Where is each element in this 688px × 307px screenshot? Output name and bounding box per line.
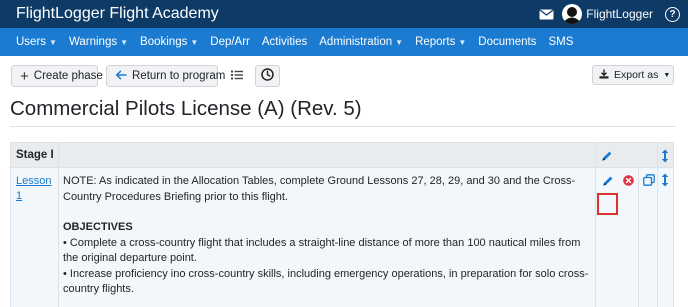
nav-activities[interactable]: Activities [256, 36, 313, 48]
main-nav: Users ▼ Warnings ▼ Bookings ▼ Dep/Arr Activ… [0, 28, 688, 56]
nav-administration[interactable]: Administration ▼ [313, 36, 409, 48]
nav-label: Activities [261, 36, 308, 48]
create-phase-button[interactable]: + Create phase [11, 65, 103, 87]
nav-label: Administration [319, 36, 393, 48]
lesson-link-text: Lesson [16, 175, 52, 187]
column-divider [638, 168, 639, 307]
export-as-label: Export as [614, 69, 659, 81]
nav-warnings[interactable]: Warnings ▼ [63, 36, 134, 48]
column-divider [657, 143, 658, 307]
divider [10, 126, 676, 127]
objective-item: • Complete a cross-country flight that i… [63, 236, 581, 265]
top-bar: FlightLogger Flight Academy FlightLogger… [0, 0, 688, 28]
user-name[interactable]: FlightLogger [586, 7, 653, 21]
nav-label: Users [16, 36, 47, 48]
chevron-down-icon: ▼ [395, 37, 404, 47]
mail-icon[interactable] [539, 8, 554, 20]
nav-label: SMS [548, 36, 574, 48]
nav-label: Dep/Arr [210, 36, 250, 48]
nav-reports[interactable]: Reports ▼ [409, 36, 472, 48]
download-icon [599, 69, 609, 82]
plus-icon: + [20, 67, 29, 85]
export-as-button[interactable]: Export as ▼ [592, 65, 674, 85]
nav-sms[interactable]: SMS [542, 36, 579, 48]
chevron-down-icon: ▼ [458, 37, 467, 47]
nav-label: Warnings [68, 36, 118, 48]
app-title[interactable]: FlightLogger Flight Academy [16, 4, 219, 24]
chevron-down-icon: ▼ [120, 37, 129, 47]
objectives-heading: OBJECTIVES [63, 221, 133, 233]
reorder-icon[interactable] [659, 147, 671, 164]
clock-icon [261, 68, 274, 84]
nav-label: Reports [415, 36, 456, 48]
column-divider [595, 143, 596, 307]
return-to-program-label: Return to program [132, 70, 226, 82]
list-icon [231, 70, 243, 83]
nav-documents[interactable]: Documents [472, 36, 542, 48]
history-button[interactable] [255, 65, 280, 87]
page-title: Commercial Pilots License (A) (Rev. 5) [10, 97, 362, 120]
pencil-icon[interactable] [599, 148, 615, 164]
help-icon[interactable]: ? [665, 6, 680, 22]
caret-down-icon: ▼ [663, 71, 671, 79]
reorder-icon[interactable] [659, 171, 671, 188]
lesson-note: NOTE: As indicated in the Allocation Tab… [63, 175, 576, 203]
phase-table: Stage I Lesson 1 NOTE: As indicated in t… [10, 142, 674, 307]
table-row: Lesson 1 NOTE: As indicated in the Alloc… [11, 168, 673, 307]
arrow-left-icon [115, 70, 127, 83]
chevron-down-icon: ▼ [49, 37, 57, 47]
column-divider [58, 143, 59, 307]
lesson-content: NOTE: As indicated in the Allocation Tab… [63, 174, 591, 298]
delete-icon[interactable] [621, 173, 635, 187]
table-header-row: Stage I [11, 143, 673, 168]
top-right-area: FlightLogger ? [539, 3, 680, 25]
edit-pencil-icon[interactable] [599, 172, 616, 189]
lesson-1-link[interactable]: Lesson 1 [16, 174, 56, 204]
objective-item: • Increase proficiency ino cross-country… [63, 267, 589, 296]
lesson-link-number: 1 [16, 190, 23, 202]
nav-label: Documents [478, 36, 537, 48]
nav-dep-arr[interactable]: Dep/Arr [204, 36, 256, 48]
return-to-program-button[interactable]: Return to program [106, 65, 225, 87]
create-phase-label: Create phase [33, 70, 103, 82]
edit-highlight [597, 193, 618, 215]
copy-icon[interactable] [641, 172, 656, 187]
list-view-button[interactable] [226, 65, 248, 87]
chevron-down-icon: ▼ [190, 37, 199, 47]
nav-users[interactable]: Users ▼ [10, 36, 63, 48]
nav-bookings[interactable]: Bookings ▼ [134, 36, 204, 48]
stage-header: Stage I [16, 149, 54, 161]
avatar-icon[interactable] [562, 4, 583, 24]
nav-label: Bookings [140, 36, 188, 48]
